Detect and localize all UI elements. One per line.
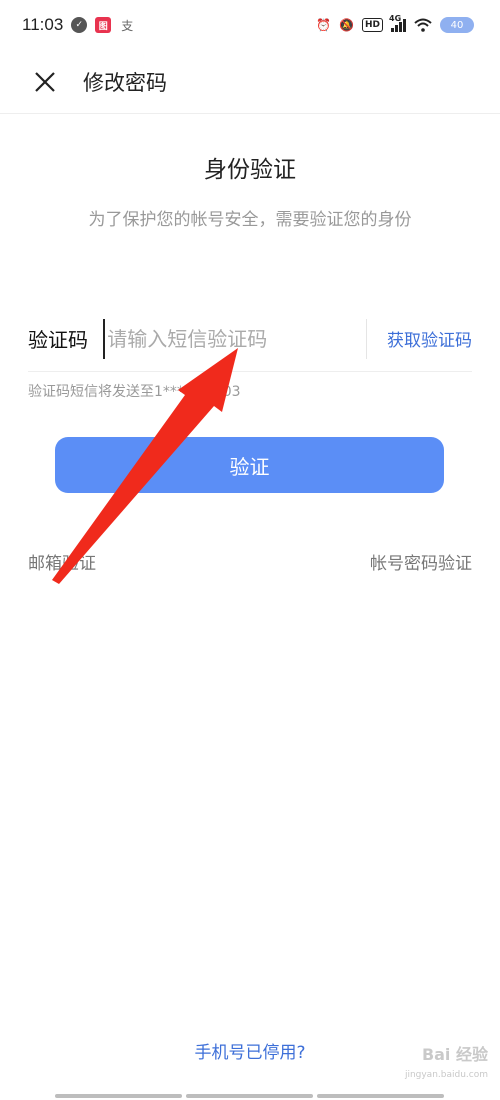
password-verify-link[interactable]: 帐号密码验证 bbox=[370, 549, 472, 574]
sms-hint: 验证码短信将发送至1******3903 bbox=[28, 384, 241, 400]
gesture-segment bbox=[317, 1094, 444, 1098]
notification-app-icon: ✓ bbox=[71, 17, 88, 33]
watermark-url: jingyan.baidu.com bbox=[404, 1070, 488, 1080]
verification-code-input[interactable] bbox=[103, 318, 357, 359]
get-code-button[interactable]: 获取验证码 bbox=[387, 326, 472, 351]
email-verify-link[interactable]: 邮箱验证 bbox=[28, 549, 96, 574]
close-button[interactable] bbox=[25, 62, 65, 102]
mute-bell-icon: 🔕 bbox=[339, 18, 354, 32]
status-left: 11:03 ✓ 图 支 bbox=[22, 15, 135, 35]
top-app-bar: 修改密码 bbox=[0, 50, 500, 114]
network-type: 4G bbox=[389, 14, 402, 23]
signal-icon: 4G bbox=[389, 14, 406, 32]
verify-button[interactable]: 验证 bbox=[55, 437, 444, 493]
gesture-segment bbox=[55, 1094, 182, 1098]
header-title: 修改密码 bbox=[83, 70, 167, 95]
baidu-jingyan-watermark: Bai 经验 jingyan.baidu.com bbox=[398, 1045, 488, 1091]
verification-code-row: 验证码 获取验证码 bbox=[28, 306, 472, 372]
status-bar: 11:03 ✓ 图 支 ⏰ 🔕 HD 4G 40 bbox=[0, 0, 500, 50]
gesture-segment bbox=[186, 1094, 313, 1098]
close-icon bbox=[35, 71, 55, 92]
hd-icon: HD bbox=[361, 18, 383, 32]
notification-red-app-icon: 图 bbox=[95, 17, 112, 33]
navigation-gesture-bar[interactable] bbox=[55, 1094, 444, 1098]
verification-code-label: 验证码 bbox=[28, 328, 88, 352]
wifi-icon bbox=[414, 18, 432, 32]
input-divider bbox=[366, 318, 367, 359]
notification-zhi-icon: 支 bbox=[121, 18, 134, 33]
watermark-logo: Bai 经验 bbox=[421, 1045, 488, 1064]
page-subtitle: 为了保护您的帐号安全，需要验证您的身份 bbox=[88, 210, 412, 230]
status-right: ⏰ 🔕 HD 4G 40 bbox=[316, 14, 474, 33]
battery-icon: 40 bbox=[440, 17, 474, 33]
page-title: 身份验证 bbox=[204, 157, 296, 183]
status-time: 11:03 bbox=[22, 15, 64, 34]
alarm-icon: ⏰ bbox=[316, 18, 332, 32]
